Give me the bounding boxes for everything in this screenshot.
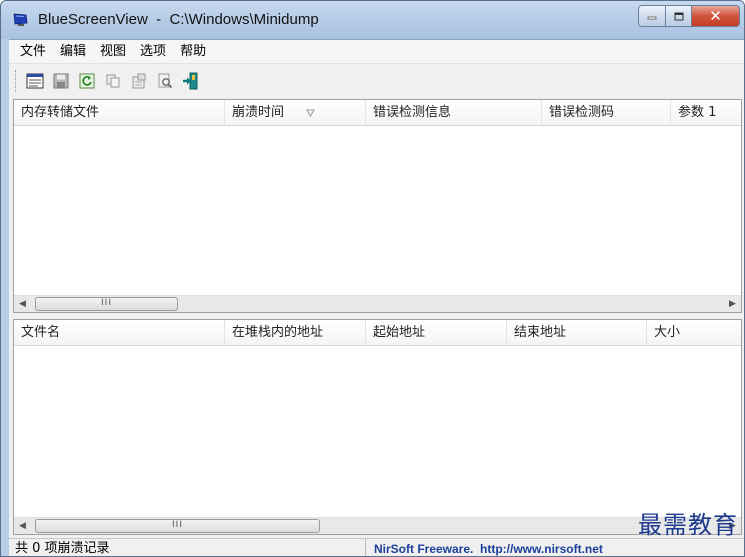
find-button[interactable] [154, 70, 176, 92]
window-title: BlueScreenView - C:\Windows\Minidump [38, 11, 319, 28]
menu-options[interactable]: 选项 [133, 41, 173, 63]
save-icon [53, 73, 69, 89]
exit-button[interactable] [180, 70, 202, 92]
crash-list-header: 内存转储文件 崩溃时间 错误检测信息 错误检测码 参数 1 [14, 100, 741, 126]
minimize-icon [647, 16, 657, 20]
maximize-button[interactable] [666, 5, 692, 27]
toolbar [9, 65, 744, 97]
status-bar: 共 0 项崩溃记录 NirSoft Freeware. http://www.n… [9, 538, 744, 556]
toolbar-grip[interactable] [15, 70, 18, 92]
app-window: BlueScreenView - C:\Windows\Minidump ✕ 文… [0, 0, 745, 557]
nirsoft-link[interactable]: NirSoft Freeware. http://www.nirsoft.net [365, 539, 744, 556]
title-bar[interactable]: BlueScreenView - C:\Windows\Minidump ✕ [1, 1, 744, 39]
column-address-in-stack[interactable]: 在堆栈内的地址 [225, 320, 366, 346]
scroll-thumb[interactable]: III [35, 297, 178, 311]
save-button[interactable] [50, 70, 72, 92]
column-crash-time-label: 崩溃时间 [232, 105, 285, 120]
properties-icon [132, 73, 146, 89]
column-to-address[interactable]: 结束地址 [507, 320, 647, 346]
menu-edit[interactable]: 编辑 [53, 41, 93, 63]
refresh-button[interactable] [76, 70, 98, 92]
maximize-icon [674, 12, 683, 20]
minimize-button[interactable] [638, 5, 666, 27]
scroll-right-icon[interactable]: ▶ [724, 296, 741, 312]
exit-icon [183, 72, 198, 90]
refresh-icon [79, 73, 95, 89]
find-icon [158, 73, 173, 89]
copy-icon [106, 74, 120, 88]
watermark-text: 最需教育 [638, 511, 738, 539]
properties-button[interactable] [128, 70, 150, 92]
menu-view[interactable]: 视图 [93, 41, 133, 63]
scroll-thumb[interactable]: III [35, 519, 320, 533]
driver-list-header: 文件名 在堆栈内的地址 起始地址 结束地址 大小 [14, 320, 741, 346]
column-from-address[interactable]: 起始地址 [366, 320, 507, 346]
column-size[interactable]: 大小 [647, 320, 741, 346]
copy-button[interactable] [102, 70, 124, 92]
column-dump-file[interactable]: 内存转储文件 [14, 100, 225, 126]
html-report-button[interactable] [24, 70, 46, 92]
column-bug-check-string[interactable]: 错误检测信息 [366, 100, 542, 126]
menu-bar: 文件 编辑 视图 选项 帮助 [9, 40, 744, 64]
scroll-left-icon[interactable]: ◀ [14, 518, 31, 534]
driver-list-pane[interactable]: 文件名 在堆栈内的地址 起始地址 结束地址 大小 ◀ III ▶ [13, 319, 742, 535]
column-filename[interactable]: 文件名 [14, 320, 225, 346]
column-bug-check-code[interactable]: 错误检测码 [542, 100, 671, 126]
monitor-bluescreen-icon [13, 13, 28, 26]
column-crash-time[interactable]: 崩溃时间 [225, 100, 366, 126]
crash-list-hscrollbar[interactable]: ◀ III ▶ [14, 295, 741, 312]
menu-file[interactable]: 文件 [13, 41, 53, 63]
driver-list-hscrollbar[interactable]: ◀ III ▶ [14, 517, 741, 534]
crash-count-status: 共 0 项崩溃记录 [15, 541, 110, 556]
client-area: 文件 编辑 视图 选项 帮助 内存转储文件 崩溃时间 错误检测信息 错误检测码 … [9, 39, 744, 556]
crash-list-pane[interactable]: 内存转储文件 崩溃时间 错误检测信息 错误检测码 参数 1 ◀ III ▶ [13, 99, 742, 313]
window-controls: ✕ [638, 5, 740, 27]
scroll-left-icon[interactable]: ◀ [14, 296, 31, 312]
html-report-icon [26, 73, 44, 89]
close-icon: ✕ [709, 7, 722, 25]
column-parameter-1[interactable]: 参数 1 [671, 100, 741, 126]
sort-descending-icon [306, 109, 315, 117]
close-button[interactable]: ✕ [692, 5, 740, 27]
menu-help[interactable]: 帮助 [173, 41, 213, 63]
